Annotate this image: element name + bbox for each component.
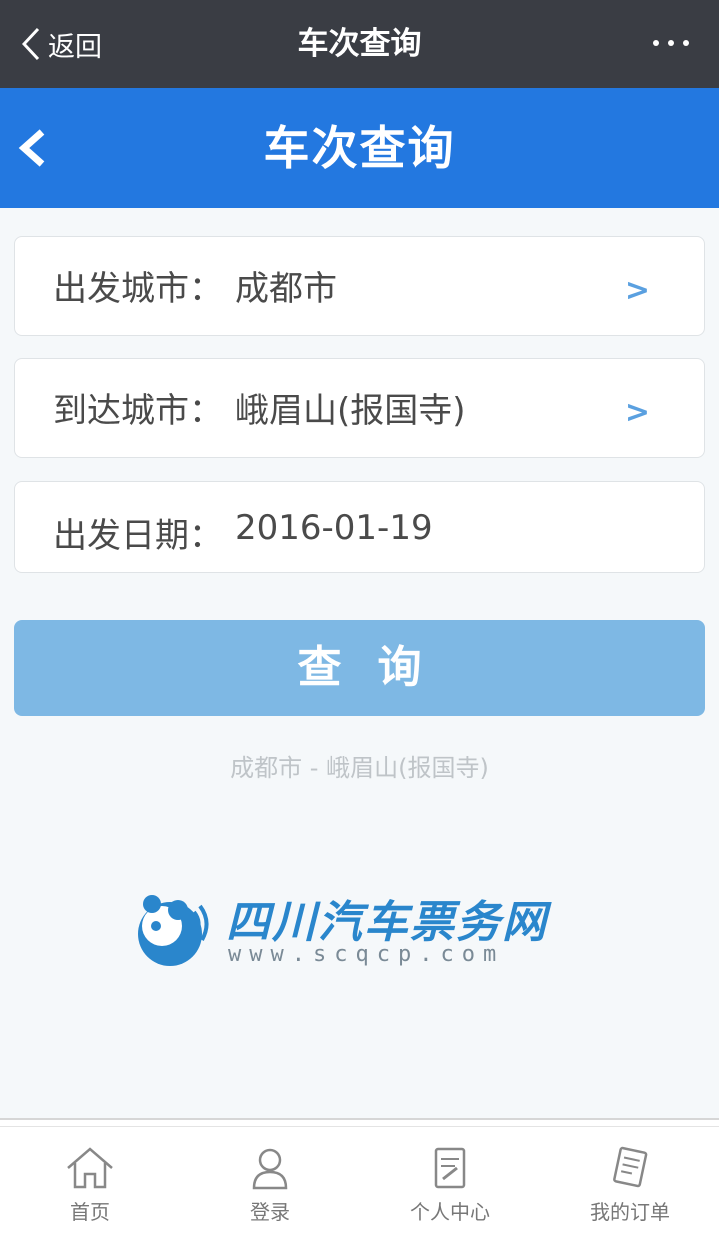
logo-url: www.scqcp.com <box>228 942 505 967</box>
departure-city-value: 成都市 <box>235 269 337 309</box>
tab-personal-center-label: 个人中心 <box>410 1200 490 1224</box>
departure-date-value: 2016-01-19 <box>235 508 433 548</box>
arrival-city-label: 到达城市： <box>53 391 223 431</box>
panda-logo-icon <box>138 895 209 966</box>
wechat-title-bar: 返回 车次查询 <box>0 0 719 88</box>
bottom-tab-bar: 首页 登录 个人中心 我的订单 <box>0 1118 719 1244</box>
logo-name: 四川汽车票务网 <box>226 897 548 948</box>
departure-date-field[interactable]: 出发日期： 2016-01-19 <box>14 481 705 573</box>
tab-login-label: 登录 <box>250 1200 290 1224</box>
more-options-icon[interactable] <box>653 40 689 46</box>
wechat-page-title: 车次查询 <box>297 26 422 62</box>
order-icon <box>613 1146 648 1188</box>
app-header: 车次查询 <box>0 88 719 208</box>
edit-doc-icon <box>434 1147 466 1189</box>
arrival-city-value: 峨眉山(报国寺) <box>235 391 466 431</box>
departure-city-field[interactable]: 出发城市： 成都市 > <box>14 236 705 336</box>
tab-my-orders-label: 我的订单 <box>590 1200 670 1224</box>
departure-chevron-icon: > <box>624 273 650 308</box>
departure-city-label: 出发城市： <box>53 269 223 309</box>
search-button[interactable]: 查询 <box>14 620 705 716</box>
page-title: 车次查询 <box>263 121 456 175</box>
departure-date-label: 出发日期： <box>53 516 223 556</box>
route-summary: 成都市 - 峨眉山(报国寺) <box>230 754 489 782</box>
user-icon <box>252 1148 288 1190</box>
home-icon <box>67 1147 113 1189</box>
tab-home-label: 首页 <box>70 1200 110 1224</box>
tab-login[interactable]: 登录 <box>180 1146 360 1225</box>
arrival-chevron-icon: > <box>624 395 650 430</box>
tab-personal-center[interactable]: 个人中心 <box>360 1146 540 1225</box>
tab-home[interactable]: 首页 <box>0 1146 180 1225</box>
tab-my-orders[interactable]: 我的订单 <box>540 1146 719 1225</box>
site-logo: 四川汽车票务网 www.scqcp.com <box>132 886 582 976</box>
arrival-city-field[interactable]: 到达城市： 峨眉山(报国寺) > <box>14 358 705 458</box>
